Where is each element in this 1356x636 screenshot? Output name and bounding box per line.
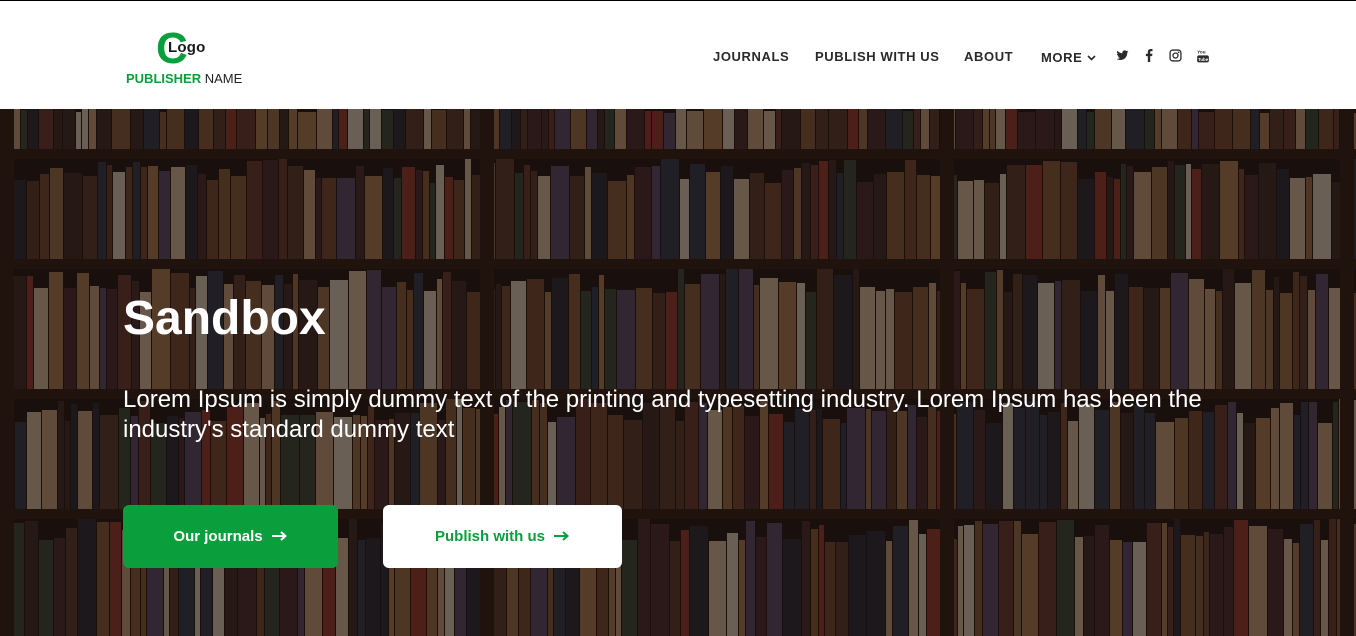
site-header: C Logo PUBLISHER NAME JOURNALS PUBLISH W… [0, 0, 1356, 109]
publisher-name-label: NAME [204, 71, 243, 86]
logo-word: Logo [168, 39, 206, 56]
chevron-down-icon [1087, 49, 1096, 65]
publisher-name: PUBLISHER NAME [126, 71, 242, 87]
hero-section: Sandbox Lorem Ipsum is simply dummy text… [0, 109, 1356, 636]
nav-item-journals[interactable]: JOURNALS [713, 49, 789, 65]
publisher-label: PUBLISHER [126, 71, 202, 86]
svg-text:You: You [1197, 50, 1206, 55]
youtube-icon[interactable]: You Tube [1197, 49, 1213, 65]
arrow-right-icon [554, 528, 570, 545]
our-journals-button-label: Our journals [173, 528, 263, 545]
hero-title: Sandbox [123, 292, 326, 345]
publish-with-us-button[interactable]: Publish with us [383, 505, 622, 568]
nav-item-about[interactable]: ABOUT [964, 49, 1013, 65]
nav-item-more-label: MORE [1041, 50, 1083, 65]
publish-with-us-button-label: Publish with us [434, 528, 545, 545]
arrow-right-icon [271, 528, 288, 545]
instagram-icon[interactable] [1169, 49, 1185, 65]
nav-item-more[interactable]: MORE [1041, 49, 1096, 66]
twitter-icon[interactable] [1116, 49, 1132, 65]
facebook-icon[interactable] [1145, 49, 1161, 65]
hero-description: Lorem Ipsum is simply dummy text of the … [123, 386, 1202, 443]
our-journals-button[interactable]: Our journals [123, 505, 338, 568]
nav-item-publish-with-us[interactable]: PUBLISH WITH US [815, 49, 940, 65]
svg-text:Tube: Tube [1198, 57, 1209, 62]
publisher-logo[interactable]: C Logo PUBLISHER NAME [126, 27, 256, 89]
